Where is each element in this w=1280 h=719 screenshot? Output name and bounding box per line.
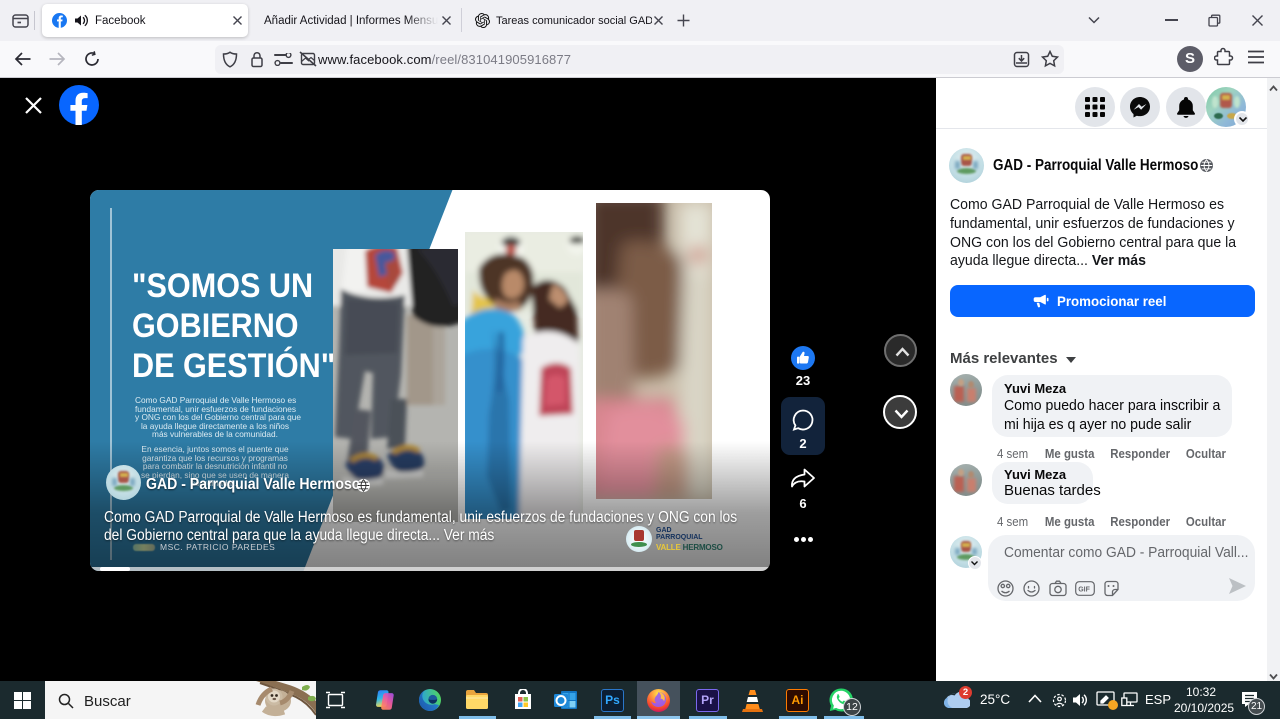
- svg-text:GIF: GIF: [1078, 587, 1090, 594]
